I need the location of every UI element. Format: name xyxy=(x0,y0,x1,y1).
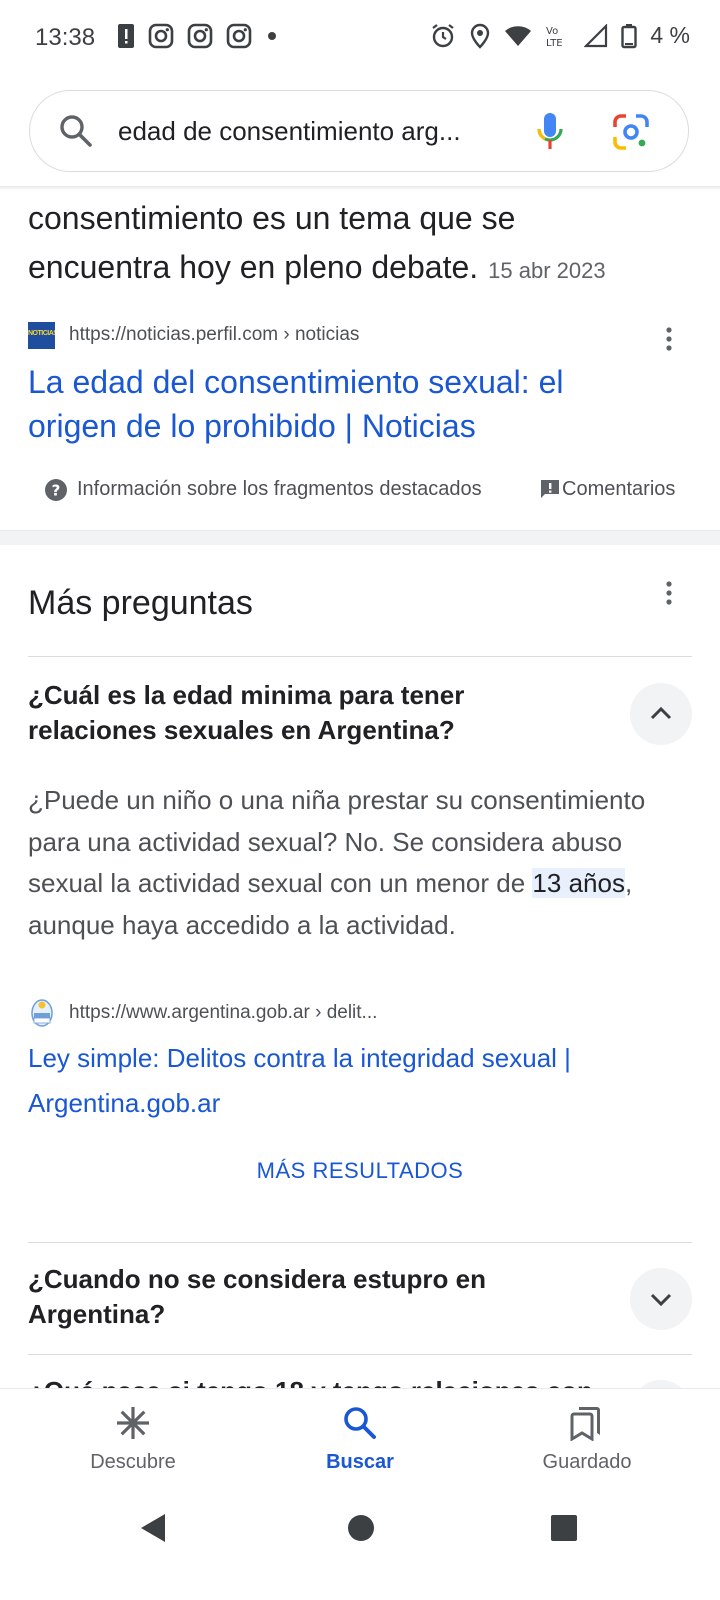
question-text: Argentina? xyxy=(28,1299,166,1329)
nav-discover[interactable]: Descubre xyxy=(13,1389,253,1501)
snippet-date: 15 abr 2023 xyxy=(488,258,606,283)
more-vert-icon[interactable] xyxy=(664,580,674,606)
location-icon xyxy=(471,23,490,49)
divider xyxy=(28,1242,692,1243)
nav-label: Buscar xyxy=(326,1451,394,1473)
search-icon xyxy=(60,115,92,147)
argentina-favicon xyxy=(31,999,53,1027)
result-title-link[interactable]: origen de lo prohibido | Noticias xyxy=(28,404,476,448)
nav-label: Guardado xyxy=(542,1451,632,1473)
answer-text-segment: , xyxy=(624,868,633,898)
feedback-link[interactable]: Comentarios xyxy=(562,478,675,501)
nav-label: Descubre xyxy=(90,1451,176,1473)
noticias-favicon: NOTICIAS xyxy=(28,322,55,349)
battery-icon xyxy=(621,23,638,48)
question-item[interactable]: ¿Cuando no se considera estupro en Argen… xyxy=(28,1262,486,1332)
svg-text:Vo: Vo xyxy=(546,26,558,37)
answer-source-link[interactable]: Argentina.gob.ar xyxy=(28,1081,220,1126)
signal-icon xyxy=(584,23,608,47)
svg-text:?: ? xyxy=(52,482,61,500)
answer-line: aunque haya accedido a la actividad. xyxy=(28,909,456,940)
answer-line: sexual la actividad sexual con un menor … xyxy=(28,863,698,905)
nav-search[interactable]: Buscar xyxy=(240,1389,480,1501)
more-questions-title: Más preguntas xyxy=(28,584,253,622)
search-icon xyxy=(344,1407,376,1439)
instagram-icon xyxy=(226,23,252,49)
question-text: relaciones sexuales en Argentina? xyxy=(28,715,455,745)
status-time: 13:38 xyxy=(35,24,96,51)
snippet-line: encuentra hoy en pleno debate. 15 abr 202… xyxy=(28,242,606,296)
answer-text: ¿Puede un niño o una niña prestar su con… xyxy=(28,780,698,946)
system-icons: Vo LTE 4 % xyxy=(430,22,690,49)
alert-icon xyxy=(118,24,134,48)
chevron-down-icon xyxy=(650,1293,672,1307)
snippet-footer: ? Información sobre los fragmentos desta… xyxy=(0,476,720,526)
system-navigation-bar xyxy=(0,1500,720,1600)
svg-text:LTE: LTE xyxy=(546,38,563,49)
snippet-line: consentimiento es un tema que se xyxy=(28,200,516,236)
more-results-button[interactable]: MÁS RESULTADOS xyxy=(0,1158,720,1184)
favicon-text: NOTICIAS xyxy=(28,330,55,337)
home-icon[interactable] xyxy=(347,1514,375,1542)
feedback-icon[interactable] xyxy=(539,478,561,500)
battery-percent: 4 % xyxy=(650,22,690,48)
chevron-up-icon xyxy=(650,706,672,720)
mic-icon[interactable] xyxy=(534,111,566,153)
answer-line: para una actividad sexual? No. Se consid… xyxy=(28,826,623,857)
search-bar[interactable]: edad de consentimiento arg... xyxy=(29,90,689,172)
search-shadow xyxy=(0,186,720,190)
alarm-icon xyxy=(432,23,455,47)
volte-icon: VoLTE xyxy=(546,26,563,49)
answer-line: ¿Puede un niño o una niña prestar su con… xyxy=(28,785,646,815)
notification-icons xyxy=(117,22,279,50)
instagram-icon xyxy=(148,23,174,49)
back-icon[interactable] xyxy=(138,1512,168,1544)
question-text: ¿Cuál es la edad minima para tener xyxy=(28,680,465,710)
collapse-button[interactable] xyxy=(630,683,692,745)
section-divider xyxy=(0,530,720,545)
answer-source-link[interactable]: Ley simple: Delitos contra la integridad… xyxy=(28,1036,571,1081)
divider xyxy=(28,656,692,657)
question-text: ¿Cuando no se considera estupro en xyxy=(28,1264,486,1294)
wifi-icon xyxy=(505,25,532,46)
info-featured-snippets-link[interactable]: Información sobre los fragmentos destaca… xyxy=(77,478,482,501)
dot-icon xyxy=(268,32,276,40)
instagram-icon xyxy=(187,23,213,49)
divider xyxy=(28,1354,692,1355)
bottom-nav: Descubre Buscar Guardado xyxy=(0,1388,720,1501)
lens-icon[interactable] xyxy=(612,113,650,151)
recents-icon[interactable] xyxy=(551,1515,577,1541)
bookmarks-icon xyxy=(570,1407,600,1441)
more-vert-icon[interactable] xyxy=(664,326,674,352)
asterisk-icon xyxy=(117,1407,149,1439)
question-item[interactable]: ¿Cuál es la edad minima para tener relac… xyxy=(28,678,464,748)
nav-saved[interactable]: Guardado xyxy=(467,1389,707,1501)
result-url[interactable]: https://noticias.perfil.com › noticias xyxy=(69,324,359,346)
expand-button[interactable] xyxy=(630,1268,692,1330)
result-title-link[interactable]: La edad del consentimiento sexual: el xyxy=(28,360,563,404)
answer-source-url[interactable]: https://www.argentina.gob.ar › delit... xyxy=(69,1002,377,1024)
answer-highlight: 13 años xyxy=(532,868,625,898)
answer-text-segment: sexual la actividad sexual con un menor … xyxy=(28,868,533,898)
status-bar: 13:38 Vo LTE 4 % xyxy=(0,0,720,78)
snippet-text: encuentra hoy en pleno debate. xyxy=(28,249,479,285)
search-input[interactable]: edad de consentimiento arg... xyxy=(118,116,461,147)
help-icon[interactable]: ? xyxy=(44,478,68,502)
